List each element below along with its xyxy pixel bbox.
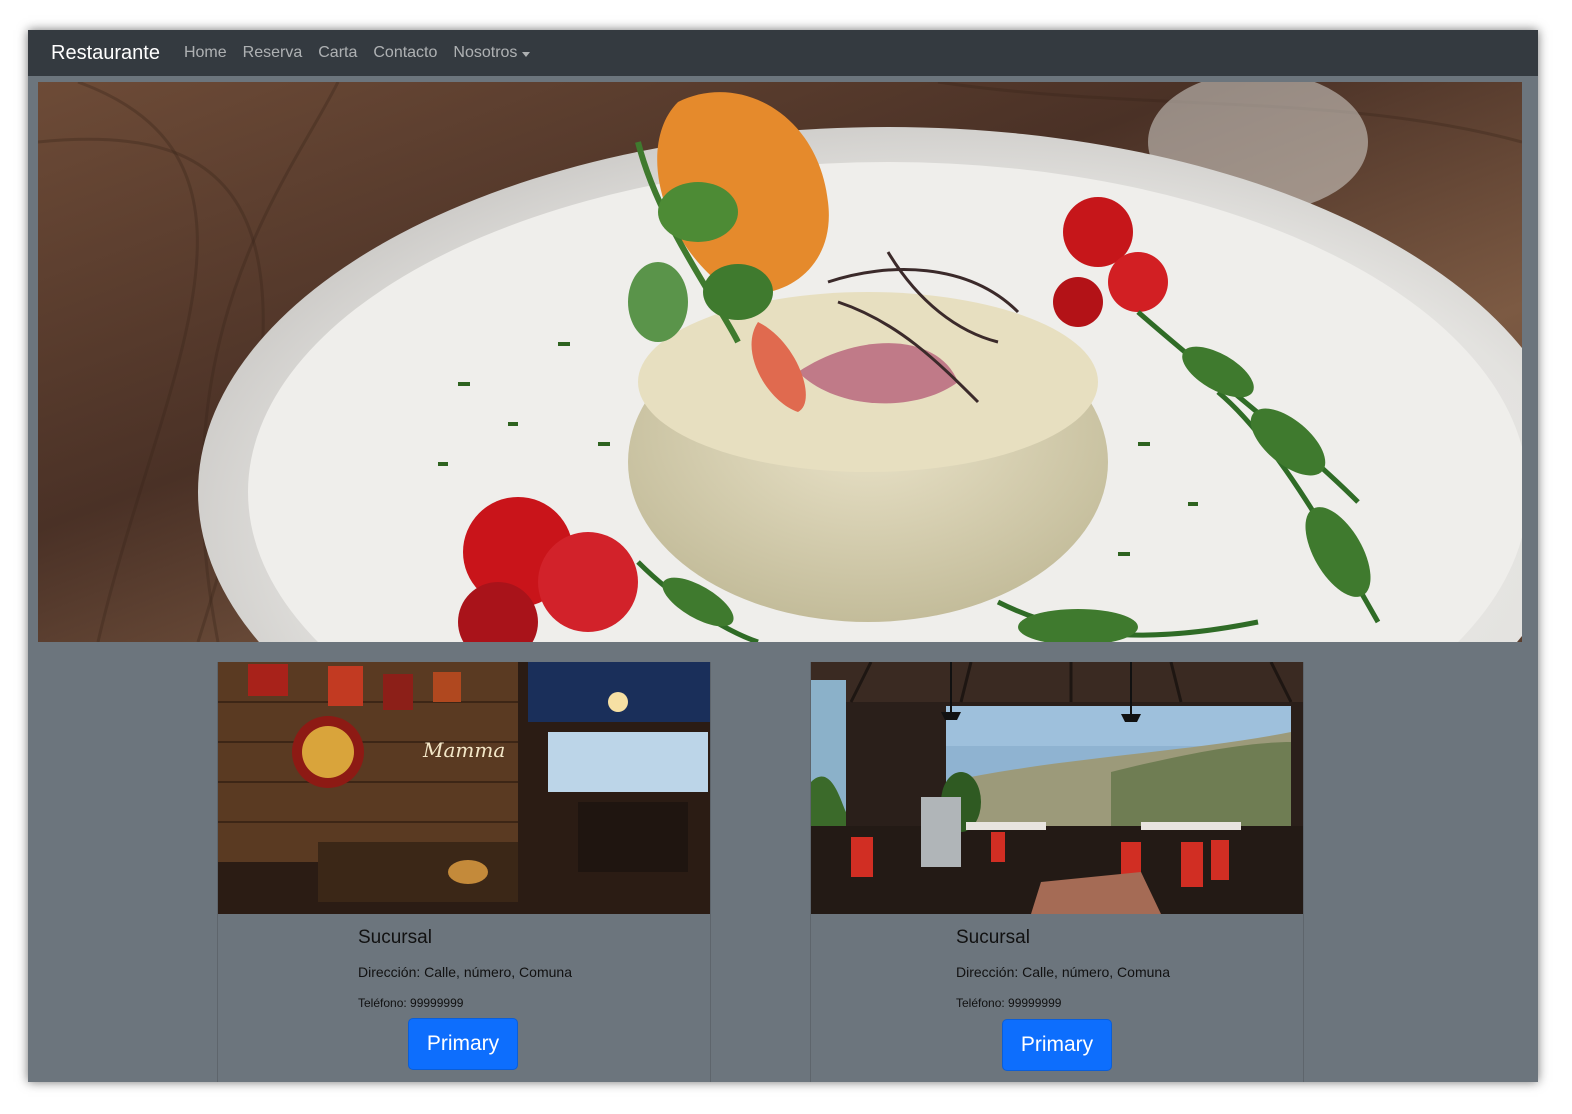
terrace-view-illustration [811, 662, 1303, 914]
card-address: Dirección: Calle, número, Comuna [956, 964, 1170, 980]
nav-dropdown-label: Nosotros [453, 44, 518, 61]
card-phone: Teléfono: 99999999 [358, 996, 464, 1010]
plated-dish-illustration [38, 82, 1522, 642]
nav-link-home[interactable]: Home [184, 44, 227, 62]
branch-card: Mamma Sucursal Dirección: Calle, número,… [217, 662, 711, 1082]
nav-dropdown-nosotros[interactable]: Nosotros [453, 44, 531, 62]
card-title: Sucursal [358, 927, 432, 948]
svg-text:Mamma: Mamma [422, 738, 505, 762]
nav-link-carta[interactable]: Carta [318, 44, 357, 62]
terrace-view-photo [811, 662, 1303, 914]
restaurant-interior-illustration: Mamma [218, 662, 710, 914]
card-address: Dirección: Calle, número, Comuna [358, 964, 572, 980]
nav-link-reserva[interactable]: Reserva [243, 44, 303, 62]
card-phone: Teléfono: 99999999 [956, 996, 1062, 1010]
branch-card: Sucursal Dirección: Calle, número, Comun… [810, 662, 1304, 1082]
card-title: Sucursal [956, 927, 1030, 948]
browser-page: Restaurante Home Reserva Carta Contacto … [28, 30, 1538, 1082]
primary-button[interactable]: Primary [408, 1018, 518, 1070]
navbar: Restaurante Home Reserva Carta Contacto … [28, 30, 1538, 76]
navbar-brand[interactable]: Restaurante [51, 42, 160, 65]
primary-button[interactable]: Primary [1002, 1019, 1112, 1071]
nav-link-contacto[interactable]: Contacto [373, 44, 437, 62]
hero-image [38, 82, 1522, 642]
restaurant-interior-photo: Mamma [218, 662, 710, 914]
chevron-down-icon [522, 51, 531, 57]
